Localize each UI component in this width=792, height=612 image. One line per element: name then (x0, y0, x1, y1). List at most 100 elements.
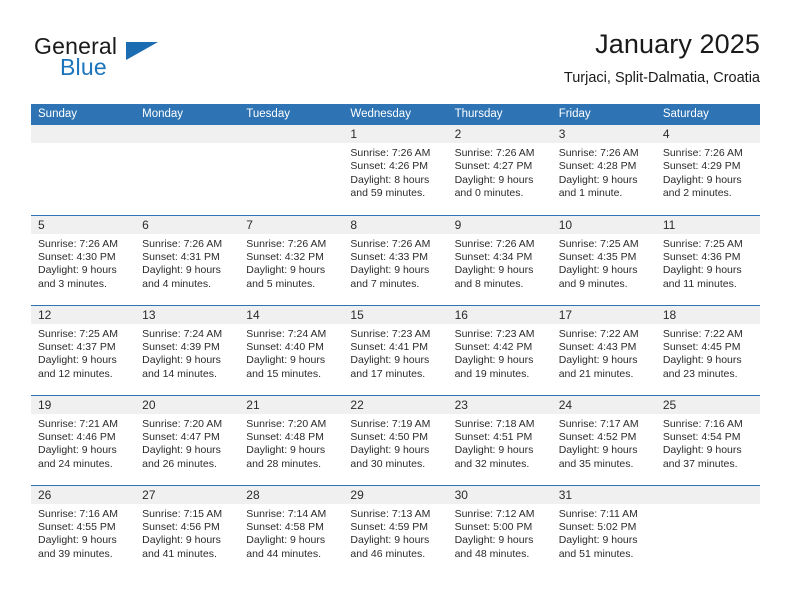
daylight-text-line2: and 35 minutes. (558, 457, 634, 470)
sunset-text: Sunset: 4:28 PM (558, 160, 637, 173)
calendar-day-cell[interactable]: 31 Sunrise: 7:11 AM Sunset: 5:02 PM Dayligh… (551, 484, 656, 575)
sunset-text: Sunset: 5:00 PM (454, 520, 533, 533)
calendar-day-cell[interactable]: 24 Sunrise: 7:17 AM Sunset: 4:52 PM Dayligh… (551, 394, 656, 485)
day-details: Sunrise: 7:15 AM Sunset: 4:56 PM Daylight:… (135, 504, 239, 562)
day-details: Sunrise: 7:22 AM Sunset: 4:43 PM Daylight:… (552, 324, 656, 382)
daylight-text-line2: and 30 minutes. (350, 457, 426, 470)
day-number: 22 (343, 395, 448, 414)
calendar-day-cell[interactable]: 4 Sunrise: 7:26 AM Sunset: 4:29 PM Daylight… (655, 125, 760, 215)
weekday-header-sunday: Sunday (31, 104, 136, 125)
calendar-day-cell[interactable]: 8 Sunrise: 7:26 AM Sunset: 4:33 PM Daylight… (343, 214, 448, 305)
calendar-day-cell[interactable]: 14 Sunrise: 7:24 AM Sunset: 4:40 PM Dayligh… (239, 304, 344, 395)
day-number: 24 (551, 395, 656, 414)
day-details: Sunrise: 7:25 AM Sunset: 4:37 PM Daylight:… (31, 324, 135, 382)
daylight-text-line2: and 9 minutes. (558, 277, 628, 290)
sunrise-text: Sunrise: 7:16 AM (38, 507, 118, 520)
sunrise-text: Sunrise: 7:26 AM (246, 237, 327, 250)
sunset-text: Sunset: 4:51 PM (454, 430, 533, 443)
daylight-text-line2: and 24 minutes. (38, 457, 113, 470)
sunrise-text: Sunrise: 7:24 AM (246, 327, 327, 340)
sunset-text: Sunset: 4:35 PM (558, 250, 637, 263)
calendar-day-cell[interactable]: 18 Sunrise: 7:22 AM Sunset: 4:45 PM Dayligh… (655, 304, 760, 395)
daylight-text-line1: Daylight: 9 hours (454, 354, 534, 367)
sunset-text: Sunset: 4:55 PM (38, 520, 116, 533)
day-number: 3 (551, 125, 656, 143)
sunrise-text: Sunrise: 7:26 AM (350, 237, 431, 250)
calendar-day-cell[interactable]: 15 Sunrise: 7:23 AM Sunset: 4:41 PM Dayligh… (343, 304, 448, 395)
daylight-text-line2: and 48 minutes. (454, 547, 530, 560)
sunset-text: Sunset: 4:37 PM (38, 340, 116, 353)
sunset-text: Sunset: 5:02 PM (558, 520, 637, 533)
calendar-day-cell[interactable]: 28 Sunrise: 7:14 AM Sunset: 4:58 PM Dayligh… (239, 484, 344, 575)
calendar-cell-empty (655, 484, 760, 575)
calendar-day-cell[interactable]: 23 Sunrise: 7:18 AM Sunset: 4:51 PM Dayligh… (447, 394, 552, 485)
generalblue-logo[interactable]: General Blue (31, 34, 261, 90)
calendar-day-cell[interactable]: 1 Sunrise: 7:26 AM Sunset: 4:26 PM Daylight… (343, 125, 448, 215)
daylight-text-line1: Daylight: 9 hours (350, 264, 430, 277)
calendar-day-cell[interactable]: 19 Sunrise: 7:21 AM Sunset: 4:46 PM Dayligh… (31, 394, 136, 485)
daylight-text-line2: and 41 minutes. (142, 547, 217, 560)
calendar-day-cell[interactable]: 5 Sunrise: 7:26 AM Sunset: 4:30 PM Daylight… (31, 214, 136, 305)
day-details: Sunrise: 7:26 AM Sunset: 4:29 PM Daylight:… (656, 143, 760, 201)
daylight-text-line2: and 0 minutes. (454, 187, 524, 200)
calendar-day-cell[interactable]: 6 Sunrise: 7:26 AM Sunset: 4:31 PM Daylight… (135, 214, 240, 305)
calendar-day-cell[interactable]: 11 Sunrise: 7:25 AM Sunset: 4:36 PM Dayligh… (655, 214, 760, 305)
calendar-day-cell[interactable]: 3 Sunrise: 7:26 AM Sunset: 4:28 PM Daylight… (551, 125, 656, 215)
calendar-day-cell[interactable]: 12 Sunrise: 7:25 AM Sunset: 4:37 PM Dayligh… (31, 304, 136, 395)
daylight-text-line2: and 12 minutes. (38, 367, 113, 380)
daylight-text-line2: and 3 minutes. (38, 277, 107, 290)
day-details: Sunrise: 7:26 AM Sunset: 4:30 PM Daylight:… (31, 234, 135, 292)
calendar-day-cell[interactable]: 17 Sunrise: 7:22 AM Sunset: 4:43 PM Dayligh… (551, 304, 656, 395)
page-subtitle: Turjaci, Split-Dalmatia, Croatia (563, 70, 760, 86)
weekday-header-wednesday: Wednesday (343, 104, 448, 125)
daylight-text-line1: Daylight: 9 hours (246, 354, 326, 367)
calendar-day-cell[interactable]: 30 Sunrise: 7:12 AM Sunset: 5:00 PM Dayligh… (447, 484, 552, 575)
day-number: 27 (135, 485, 240, 504)
daylight-text-line1: Daylight: 9 hours (662, 444, 742, 457)
daylight-text-line1: Daylight: 9 hours (662, 173, 742, 186)
calendar-day-cell[interactable]: 13 Sunrise: 7:24 AM Sunset: 4:39 PM Dayligh… (135, 304, 240, 395)
calendar-day-cell[interactable]: 26 Sunrise: 7:16 AM Sunset: 4:55 PM Dayligh… (31, 484, 136, 575)
day-details: Sunrise: 7:21 AM Sunset: 4:46 PM Daylight:… (31, 414, 135, 472)
day-details: Sunrise: 7:11 AM Sunset: 5:02 PM Daylight:… (552, 504, 656, 562)
day-number: 17 (551, 305, 656, 324)
calendar-day-cell[interactable]: 20 Sunrise: 7:20 AM Sunset: 4:47 PM Dayligh… (135, 394, 240, 485)
day-details: Sunrise: 7:24 AM Sunset: 4:40 PM Daylight:… (239, 324, 343, 382)
day-details: Sunrise: 7:26 AM Sunset: 4:32 PM Daylight:… (239, 234, 343, 292)
calendar-day-cell[interactable]: 9 Sunrise: 7:26 AM Sunset: 4:34 PM Daylight… (447, 214, 552, 305)
calendar-day-cell[interactable]: 2 Sunrise: 7:26 AM Sunset: 4:27 PM Daylight… (447, 125, 552, 215)
calendar-day-cell[interactable]: 7 Sunrise: 7:26 AM Sunset: 4:32 PM Daylight… (239, 214, 344, 305)
calendar-week-row: 1 Sunrise: 7:26 AM Sunset: 4:26 PM Daylight… (31, 125, 760, 215)
sunset-text: Sunset: 4:29 PM (662, 160, 741, 173)
calendar-day-cell[interactable]: 27 Sunrise: 7:15 AM Sunset: 4:56 PM Dayligh… (135, 484, 240, 575)
calendar-day-cell[interactable]: 10 Sunrise: 7:25 AM Sunset: 4:35 PM Dayligh… (551, 214, 656, 305)
calendar-day-cell[interactable]: 29 Sunrise: 7:13 AM Sunset: 4:59 PM Dayligh… (343, 484, 448, 575)
sunrise-text: Sunrise: 7:23 AM (350, 327, 431, 340)
daylight-text-line1: Daylight: 9 hours (246, 264, 326, 277)
day-number (239, 125, 344, 143)
day-number: 2 (447, 125, 552, 143)
sunrise-text: Sunrise: 7:13 AM (350, 507, 431, 520)
daylight-text-line1: Daylight: 9 hours (558, 354, 638, 367)
day-number: 25 (655, 395, 760, 414)
calendar-day-cell[interactable]: 25 Sunrise: 7:16 AM Sunset: 4:54 PM Dayligh… (655, 394, 760, 485)
daylight-text-line2: and 5 minutes. (246, 277, 316, 290)
calendar-day-cell[interactable]: 16 Sunrise: 7:23 AM Sunset: 4:42 PM Dayligh… (447, 304, 552, 395)
sunrise-text: Sunrise: 7:23 AM (454, 327, 535, 340)
sunset-text: Sunset: 4:32 PM (246, 250, 324, 263)
calendar-day-cell[interactable]: 21 Sunrise: 7:20 AM Sunset: 4:48 PM Dayligh… (239, 394, 344, 485)
sunrise-text: Sunrise: 7:14 AM (246, 507, 327, 520)
daylight-text-line2: and 21 minutes. (558, 367, 634, 380)
sunset-text: Sunset: 4:26 PM (350, 160, 429, 173)
calendar-day-cell[interactable]: 22 Sunrise: 7:19 AM Sunset: 4:50 PM Dayligh… (343, 394, 448, 485)
calendar-week-row: 5 Sunrise: 7:26 AM Sunset: 4:30 PM Daylight… (31, 214, 760, 305)
day-number (135, 125, 240, 143)
daylight-text-line2: and 23 minutes. (662, 367, 738, 380)
daylight-text-line1: Daylight: 9 hours (558, 534, 638, 547)
daylight-text-line1: Daylight: 9 hours (454, 534, 534, 547)
sunrise-text: Sunrise: 7:20 AM (246, 417, 327, 430)
day-number: 16 (447, 305, 552, 324)
sunrise-text: Sunrise: 7:26 AM (454, 237, 535, 250)
sunrise-text: Sunrise: 7:26 AM (350, 147, 431, 159)
sunset-text: Sunset: 4:45 PM (662, 340, 741, 353)
